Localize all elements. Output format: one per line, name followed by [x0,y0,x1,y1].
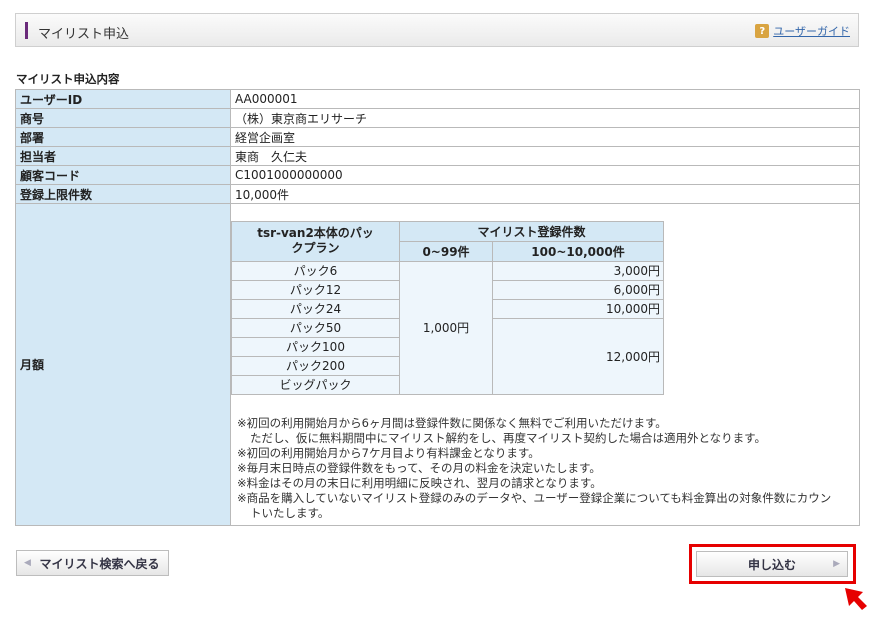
note-line: ※初回の利用開始月から7ケ月目より有料課金となります。 [237,445,540,460]
count-col-high: 100~10,000件 [491,240,665,262]
pricing-table: tsr-van2本体のパックプラン マイリスト登録件数 0~99件 100~10… [231,220,665,395]
note-line: ※初回の利用開始月から6ヶ月間は登録件数に関係なく無料でご利用いただけます。 [237,415,667,430]
back-to-mylist-search-button[interactable]: ◀ マイリスト検索へ戻る [16,550,169,576]
row-value-customer-code: C1001000000000 [230,165,860,185]
price-high: 6,000円 [491,279,665,300]
row-label-department: 部署 [15,127,231,147]
section-title: マイリスト申込内容 [16,72,120,86]
note-line: ※商品を購入していないマイリスト登録のみのデータや、ユーザー登録企業についても料… [237,490,832,505]
page-title: マイリスト申込 [38,27,130,42]
row-label-user-id: ユーザーID [15,89,231,109]
row-label-monthly: 月額 [15,203,231,526]
chevron-left-icon: ◀ [24,558,31,568]
monthly-fee-panel: tsr-van2本体のパックプラン マイリスト登録件数 0~99件 100~10… [231,205,859,525]
price-high: 12,000円 [491,317,665,395]
chevron-right-icon: ▶ [833,559,840,569]
row-label-limit: 登録上限件数 [15,184,231,204]
user-guide[interactable]: ? ユーザーガイド [755,23,850,39]
page-header: マイリスト申込 ? ユーザーガイド [15,13,859,47]
row-value-department: 経営企画室 [230,127,860,147]
row-value-company: （株）東京商エリサーチ [230,108,860,128]
apply-button[interactable]: 申し込む ▶ [696,551,848,577]
note-line: トいたします。 [250,505,330,520]
application-details-table: ユーザーID AA000001 商号 （株）東京商エリサーチ 部署 経営企画室 … [15,89,860,526]
note-line: ただし、仮に無料期間中にマイリスト解約をし、再度マイリスト契約した場合は適用外と… [250,430,766,445]
row-label-company: 商号 [15,108,231,128]
count-col-low: 0~99件 [399,240,493,262]
table-row: 顧客コード C1001000000000 [15,165,860,185]
help-icon[interactable]: ? [755,24,770,38]
row-value-person: 東商 久仁夫 [230,146,860,166]
table-row: 部署 経営企画室 [15,127,860,147]
pack-name: パック24 [231,298,400,319]
count-header: マイリスト登録件数 [398,220,665,242]
plan-header-label: tsr-van2本体のパックプラン [257,226,374,255]
price-high: 3,000円 [491,260,665,281]
title-accent-bar [25,22,28,39]
pack-name: パック100 [231,336,400,357]
note-line: ※毎月末日時点の登録件数をもって、その月の料金を決定いたします。 [237,460,601,475]
row-label-person: 担当者 [15,146,231,166]
pack-name: パック50 [231,317,400,338]
table-row: 商号 （株）東京商エリサーチ [15,108,860,128]
pack-name: パック12 [231,279,400,300]
row-value-monthly: tsr-van2本体のパックプラン マイリスト登録件数 0~99件 100~10… [230,203,860,526]
row-value-user-id: AA000001 [230,89,860,109]
pack-name: パック6 [231,260,400,281]
pointer-arrow-icon [845,588,867,610]
plan-header: tsr-van2本体のパックプラン [231,220,400,262]
apply-button-label: 申し込む [747,557,796,572]
table-row: 登録上限件数 10,000件 [15,184,860,204]
notes: ※初回の利用開始月から6ヶ月間は登録件数に関係なく無料でご利用いただけます。 た… [237,416,857,521]
back-button-label: マイリスト検索へ戻る [39,556,160,571]
row-label-customer-code: 顧客コード [15,165,231,185]
pack-name: ビッグパック [231,374,400,395]
table-row: ユーザーID AA000001 [15,89,860,109]
user-guide-link[interactable]: ユーザーガイド [773,23,850,39]
pack-name: パック200 [231,355,400,376]
note-line: ※料金はその月の末日に利用明細に反映され、翌月の請求となります。 [237,475,602,490]
price-low: 1,000円 [399,260,493,395]
table-row: 月額 tsr-van2本体のパックプラン マイリスト登録件数 0~99件 100… [15,203,860,526]
row-value-limit: 10,000件 [230,184,860,204]
price-high: 10,000円 [491,298,665,319]
table-row: 担当者 東商 久仁夫 [15,146,860,166]
